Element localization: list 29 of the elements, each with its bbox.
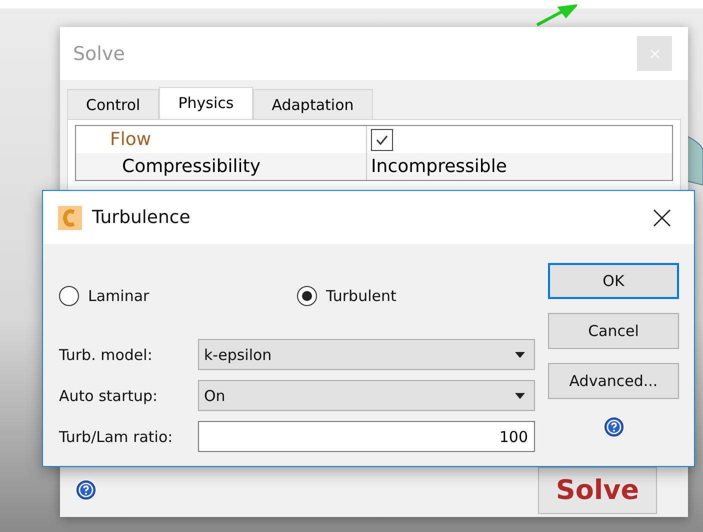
help-icon[interactable] <box>76 480 96 500</box>
tab[interactable]: Adaptation <box>252 89 373 119</box>
dialog-button[interactable]: OK <box>548 263 679 299</box>
radio-option[interactable]: Laminar <box>59 284 297 308</box>
checkbox[interactable] <box>371 128 393 150</box>
caret-icon <box>515 352 525 358</box>
tab[interactable]: Control <box>67 89 160 119</box>
tab[interactable]: Physics <box>159 87 253 119</box>
dropdown[interactable]: On <box>198 380 535 411</box>
property-value: Incompressible <box>371 156 507 177</box>
property-name: Compressibility <box>76 153 367 180</box>
field-label: Turb/Lam ratio: <box>59 428 174 446</box>
check-icon <box>375 134 389 146</box>
close-icon <box>653 208 671 226</box>
field-label: Auto startup: <box>59 386 159 404</box>
arrow-drawing <box>535 4 577 27</box>
app-icon <box>58 206 82 230</box>
dialog-button[interactable]: Cancel <box>548 313 679 349</box>
dropdown[interactable]: k-epsilon <box>198 339 535 370</box>
input-field[interactable]: 100 <box>198 421 535 452</box>
dialog-button[interactable]: Advanced... <box>548 363 679 399</box>
solve-button[interactable]: Solve <box>538 466 657 514</box>
help-icon[interactable] <box>604 417 624 437</box>
dialog-title: Turbulence <box>92 207 192 228</box>
close-icon <box>650 48 660 58</box>
field-label: Turb. model: <box>59 346 154 364</box>
caret-icon <box>515 392 525 398</box>
window-title: Solve <box>73 42 125 64</box>
radio-option[interactable]: Turbulent <box>297 284 535 308</box>
